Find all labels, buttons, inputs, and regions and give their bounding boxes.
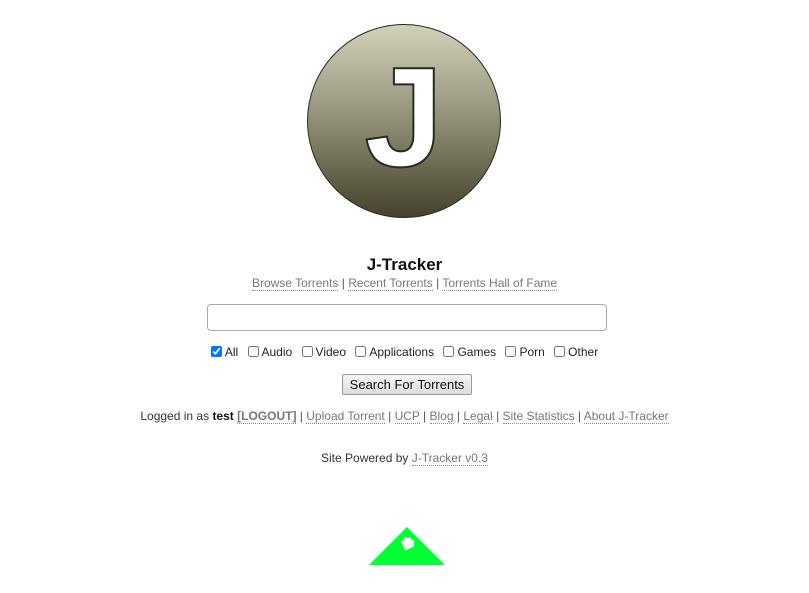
user-bar-separator: | xyxy=(577,409,582,423)
badge-triangle xyxy=(369,527,445,565)
powered-prefix: Site Powered by xyxy=(321,451,409,465)
category-porn[interactable]: Porn xyxy=(505,345,545,359)
category-audio-checkbox[interactable] xyxy=(247,346,259,357)
category-applications[interactable]: Applications xyxy=(355,345,434,359)
category-games-checkbox[interactable] xyxy=(443,346,455,357)
ucp-link[interactable]: UCP xyxy=(394,409,420,424)
category-games[interactable]: Games xyxy=(443,345,496,359)
upload-torrent-link[interactable]: Upload Torrent xyxy=(306,409,385,424)
category-label: Video xyxy=(315,345,347,359)
user-bar-separator: | xyxy=(388,409,392,423)
logged-in-prefix: Logged in as xyxy=(140,409,210,423)
nav-separator: | xyxy=(341,276,345,290)
category-video-checkbox[interactable] xyxy=(301,346,313,357)
search-input[interactable] xyxy=(207,304,607,331)
main-nav: Browse Torrents | Recent Torrents | Torr… xyxy=(0,276,809,291)
category-applications-checkbox[interactable] xyxy=(355,346,367,357)
user-bar-separator: | xyxy=(423,409,427,423)
about-link[interactable]: About J-Tracker xyxy=(583,409,669,424)
powered-by: Site Powered by J-Tracker v0.3 xyxy=(0,451,809,466)
category-other[interactable]: Other xyxy=(554,345,598,359)
user-bar-separator: | xyxy=(496,409,500,423)
nav-browse-torrents[interactable]: Browse Torrents xyxy=(251,276,339,291)
logout-link[interactable]: [LOGOUT] xyxy=(237,409,297,424)
category-label: Audio xyxy=(261,345,293,359)
category-label: Games xyxy=(457,345,497,359)
category-video[interactable]: Video xyxy=(301,345,347,359)
category-filters: All Audio Video Applications Games Porn … xyxy=(0,345,809,359)
nav-separator: | xyxy=(436,276,440,290)
category-all[interactable]: All xyxy=(210,345,239,359)
category-label: All xyxy=(224,345,239,359)
site-logo: J xyxy=(307,24,501,218)
jtracker-version-link[interactable]: J-Tracker v0.3 xyxy=(411,451,488,466)
site-statistics-link[interactable]: Site Statistics xyxy=(502,409,575,424)
category-audio[interactable]: Audio xyxy=(247,345,293,359)
nav-hall-of-fame[interactable]: Torrents Hall of Fame xyxy=(442,276,558,291)
user-bar-separator: | xyxy=(299,409,303,423)
category-porn-checkbox[interactable] xyxy=(505,346,517,357)
category-label: Applications xyxy=(369,345,435,359)
logo-letter: J xyxy=(364,38,445,197)
blog-link[interactable]: Blog xyxy=(429,409,454,424)
green-badge[interactable] xyxy=(369,527,445,568)
username: test xyxy=(212,409,234,423)
search-button[interactable]: Search For Torrents xyxy=(342,374,472,395)
category-label: Other xyxy=(568,345,599,359)
category-label: Porn xyxy=(519,345,545,359)
legal-link[interactable]: Legal xyxy=(463,409,493,424)
site-title: J-Tracker xyxy=(366,255,443,274)
category-other-checkbox[interactable] xyxy=(554,346,566,357)
category-all-checkbox[interactable] xyxy=(210,346,222,357)
user-bar: Logged in as test [LOGOUT] | Upload Torr… xyxy=(0,409,809,424)
nav-recent-torrents[interactable]: Recent Torrents xyxy=(348,276,433,291)
user-bar-separator: | xyxy=(456,409,461,423)
